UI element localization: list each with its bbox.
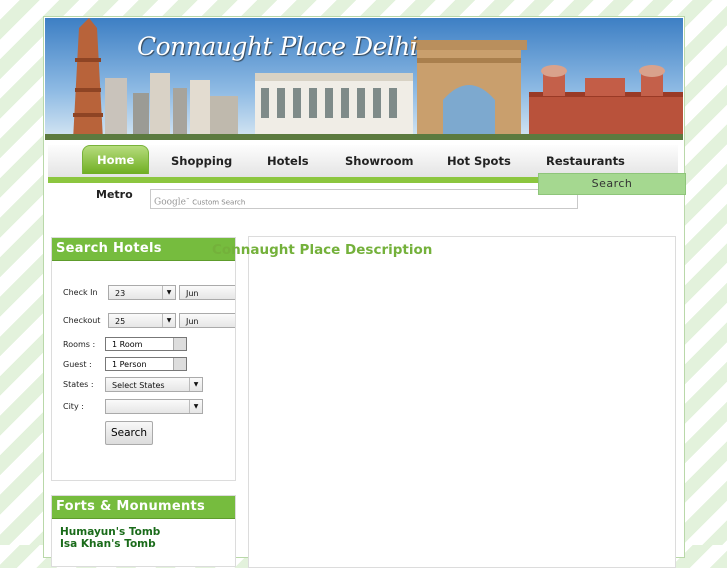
- chevron-down-icon: ▼: [162, 286, 175, 299]
- search-hotels-heading: Search Hotels: [52, 238, 235, 261]
- nav-shopping[interactable]: Shopping: [171, 149, 232, 173]
- listbox-arrow-icon: [173, 358, 186, 370]
- header-banner: Connaught Place Delhi: [45, 18, 683, 140]
- checkout-month-value: Jun: [186, 317, 199, 326]
- search-button[interactable]: Search: [538, 173, 686, 195]
- city-label: City :: [63, 402, 84, 411]
- forts-monuments-panel: Forts & Monuments Humayun's Tomb Isa Kha…: [51, 495, 236, 567]
- checkout-day-select[interactable]: 25 ▼: [108, 313, 176, 328]
- guest-select[interactable]: 1 Person: [105, 357, 187, 371]
- description-title: Connaught Place Description: [212, 242, 433, 258]
- checkout-month-select[interactable]: Jun: [179, 313, 235, 328]
- listbox-arrow-icon: [173, 338, 186, 350]
- states-label: States :: [63, 380, 94, 389]
- hotel-search-button[interactable]: Search: [105, 421, 153, 445]
- rooms-value: 1 Room: [112, 340, 143, 349]
- nav-restaurants[interactable]: Restaurants: [546, 149, 625, 173]
- metro-label: Metro: [96, 188, 133, 201]
- search-input[interactable]: Google™ Custom Search: [150, 189, 578, 209]
- chevron-down-icon: ▼: [189, 378, 202, 391]
- site-title: Connaught Place Delhi: [137, 32, 418, 61]
- rooms-select[interactable]: 1 Room: [105, 337, 187, 351]
- nav-showroom[interactable]: Showroom: [345, 149, 413, 173]
- checkin-day-value: 23: [115, 289, 126, 298]
- forts-heading: Forts & Monuments: [52, 496, 235, 519]
- page-container: Connaught Place Delhi Home Shopping Hote…: [43, 16, 685, 568]
- search-placeholder: Custom Search: [192, 198, 246, 207]
- description-panel: [248, 236, 676, 568]
- guest-label: Guest :: [63, 360, 92, 369]
- google-logo: Google: [154, 197, 186, 208]
- guest-value: 1 Person: [112, 360, 147, 369]
- fort-link-isa-khans-tomb[interactable]: Isa Khan's Tomb: [52, 538, 235, 550]
- fort-link-humayuns-tomb[interactable]: Humayun's Tomb: [52, 526, 235, 538]
- checkin-month-select[interactable]: Jun: [179, 285, 235, 300]
- chevron-down-icon: ▼: [162, 314, 175, 327]
- rooms-label: Rooms :: [63, 340, 96, 349]
- checkout-label: Checkout: [63, 316, 101, 325]
- states-select[interactable]: Select States ▼: [105, 377, 203, 392]
- checkin-label: Check In: [63, 288, 98, 297]
- checkout-day-value: 25: [115, 317, 126, 326]
- nav-hotels[interactable]: Hotels: [267, 149, 309, 173]
- checkin-month-value: Jun: [186, 289, 199, 298]
- states-value: Select States: [112, 381, 165, 390]
- checkin-day-select[interactable]: 23 ▼: [108, 285, 176, 300]
- city-select[interactable]: ▼: [105, 399, 203, 414]
- nav-home[interactable]: Home: [82, 145, 150, 174]
- nav-hot-spots[interactable]: Hot Spots: [447, 149, 511, 173]
- chevron-down-icon: ▼: [189, 400, 202, 413]
